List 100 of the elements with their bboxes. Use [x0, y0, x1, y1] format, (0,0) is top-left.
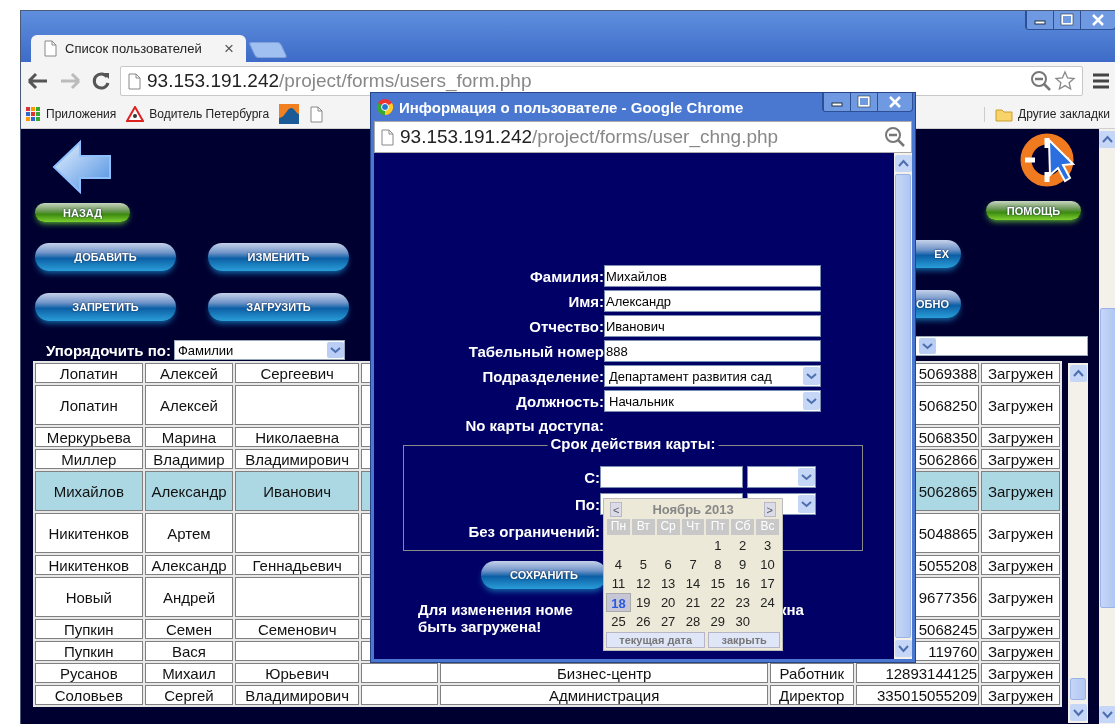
zoom-out-icon[interactable]: [1030, 70, 1052, 92]
scrollbar-thumb[interactable]: [1070, 678, 1086, 700]
table-cell: Юрьевич: [235, 663, 359, 683]
previous-month-button[interactable]: <: [610, 502, 623, 517]
calendar-day[interactable]: 13: [655, 574, 681, 593]
calendar-day[interactable]: 25: [606, 612, 631, 631]
today-button[interactable]: текущая дата: [606, 632, 706, 648]
bookmark[interactable]: Водитель Петербурга: [126, 106, 270, 122]
reload-icon[interactable]: [90, 70, 112, 92]
scroll-down-icon[interactable]: [1069, 704, 1087, 721]
table-cell: Пупкин: [35, 641, 143, 661]
calendar-day[interactable]: 8: [705, 555, 731, 574]
calendar-day[interactable]: 21: [680, 593, 706, 612]
scroll-up-icon[interactable]: [894, 155, 912, 172]
calendar-day[interactable]: 19: [630, 593, 656, 612]
calendar-day[interactable]: 6: [655, 555, 681, 574]
address-bar[interactable]: 93.153.191.242/project/forms/user_chng.php: [374, 121, 912, 153]
scrollbar[interactable]: [894, 153, 912, 659]
table-cell: Загружен: [981, 427, 1060, 447]
calendar-day[interactable]: 11: [606, 574, 631, 593]
table-cell: Михаил: [144, 663, 234, 683]
calendar-day[interactable]: 16: [730, 574, 756, 593]
calendar-day[interactable]: 30: [730, 612, 756, 631]
next-month-button[interactable]: >: [763, 502, 776, 517]
date-field[interactable]: [600, 466, 743, 488]
table-cell: Миллер: [35, 449, 143, 469]
table-cell: Загружен: [981, 663, 1060, 683]
calendar-day[interactable]: 10: [755, 555, 780, 574]
input-field[interactable]: Иванович: [604, 315, 821, 337]
url-text[interactable]: 93.153.191.242/project/forms/users_form.php: [147, 70, 1024, 92]
field-label: По:: [574, 495, 600, 513]
table-row[interactable]: Русанов Михаил Юрьевич Бизнес-центр Работник 12893144125 Загружен: [35, 663, 1060, 683]
calendar-day[interactable]: 26: [630, 612, 656, 631]
select-field[interactable]: Начальник: [604, 390, 821, 412]
scrollbar-thumb[interactable]: [1099, 308, 1115, 608]
select-field[interactable]: Департамент развития сад: [604, 365, 821, 387]
scrollbar-thumb[interactable]: [895, 174, 911, 638]
scrollbar[interactable]: [1099, 129, 1115, 724]
table-cell: Владимирович: [235, 685, 359, 705]
calendar-day[interactable]: 20: [655, 593, 681, 612]
calendar-day[interactable]: 22: [705, 593, 731, 612]
filter-select[interactable]: [915, 336, 1088, 356]
calendar-day[interactable]: 12: [630, 574, 656, 593]
page-icon: [380, 128, 394, 146]
table-cell: Загружен: [981, 577, 1060, 617]
bookmark[interactable]: Приложения: [25, 106, 117, 122]
address-bar[interactable]: 93.153.191.242/project/forms/users_form.php: [120, 66, 1083, 96]
time-select[interactable]: [747, 466, 816, 488]
back-button[interactable]: НАЗАД: [35, 203, 130, 222]
scroll-down-icon[interactable]: [1099, 706, 1115, 723]
calendar-day[interactable]: 17: [755, 574, 780, 593]
calendar-day[interactable]: 15: [705, 574, 731, 593]
calendar-day[interactable]: 9: [730, 555, 756, 574]
calendar-day[interactable]: 4: [606, 555, 631, 574]
sort-label: Упорядочить по:: [46, 341, 171, 359]
table-cell: Загружен: [981, 449, 1060, 469]
back-arrow-icon[interactable]: [26, 71, 50, 91]
zoom-out-icon[interactable]: [884, 126, 906, 148]
input-field[interactable]: Михайлов: [604, 265, 821, 287]
calendar-day[interactable]: 14: [680, 574, 706, 593]
scrollbar[interactable]: [1068, 363, 1088, 723]
calendar-day[interactable]: 7: [680, 555, 706, 574]
bookmark[interactable]: [279, 104, 300, 124]
action-button[interactable]: ДОБАВИТЬ: [35, 243, 176, 271]
star-icon[interactable]: [1054, 70, 1076, 92]
calendar-day[interactable]: 27: [655, 612, 681, 631]
input-field[interactable]: Александр: [604, 290, 821, 312]
calendar-day[interactable]: 24: [755, 593, 780, 612]
tab-close-button[interactable]: ×: [224, 38, 234, 59]
url-text[interactable]: 93.153.191.242/project/forms/user_chng.php: [400, 126, 878, 148]
calendar-day[interactable]: 5: [630, 555, 656, 574]
bookmark-folder[interactable]: Другие закладки: [984, 106, 1115, 122]
calendar-day[interactable]: 23: [730, 593, 756, 612]
close-calendar-button[interactable]: закрыть: [708, 632, 780, 648]
action-button[interactable]: ИЗМЕНИТЬ: [208, 243, 349, 271]
tab-title[interactable]: Список пользователей: [65, 41, 217, 56]
wave-logo-icon: [279, 104, 300, 124]
input-field[interactable]: 888: [604, 340, 821, 362]
calendar-day[interactable]: 3: [755, 536, 780, 555]
table-cell: Владимирович: [235, 449, 359, 469]
scroll-up-icon[interactable]: [1069, 365, 1087, 382]
new-tab-button[interactable]: [248, 42, 288, 58]
menu-icon[interactable]: [1091, 71, 1111, 91]
action-button[interactable]: ЗАПРЕТИТЬ: [35, 293, 176, 321]
sort-select[interactable]: Фамилии: [173, 340, 345, 360]
table-cell: Артем: [144, 513, 234, 553]
table-cell: Сергеевич: [235, 363, 359, 383]
browser-tab[interactable]: Список пользователей ×: [31, 35, 246, 62]
table-cell: Иванович: [235, 471, 359, 511]
table-cell: Лопатин: [35, 385, 143, 425]
back-arrow-icon[interactable]: [52, 139, 114, 195]
scroll-down-icon[interactable]: [894, 640, 912, 657]
help-button[interactable]: ПОМОЩЬ: [986, 201, 1081, 220]
calendar-day[interactable]: 2: [730, 536, 756, 555]
calendar-day[interactable]: 28: [680, 612, 706, 631]
calendar-day[interactable]: 1: [705, 536, 731, 555]
calendar-day[interactable]: 29: [705, 612, 731, 631]
action-button[interactable]: ЗАГРУЗИТЬ: [208, 293, 349, 321]
table-row[interactable]: Соловьев Сергей Владимирович Администрация Директор 335015055209 Загружен: [35, 685, 1060, 705]
scroll-up-icon[interactable]: [1099, 131, 1115, 148]
